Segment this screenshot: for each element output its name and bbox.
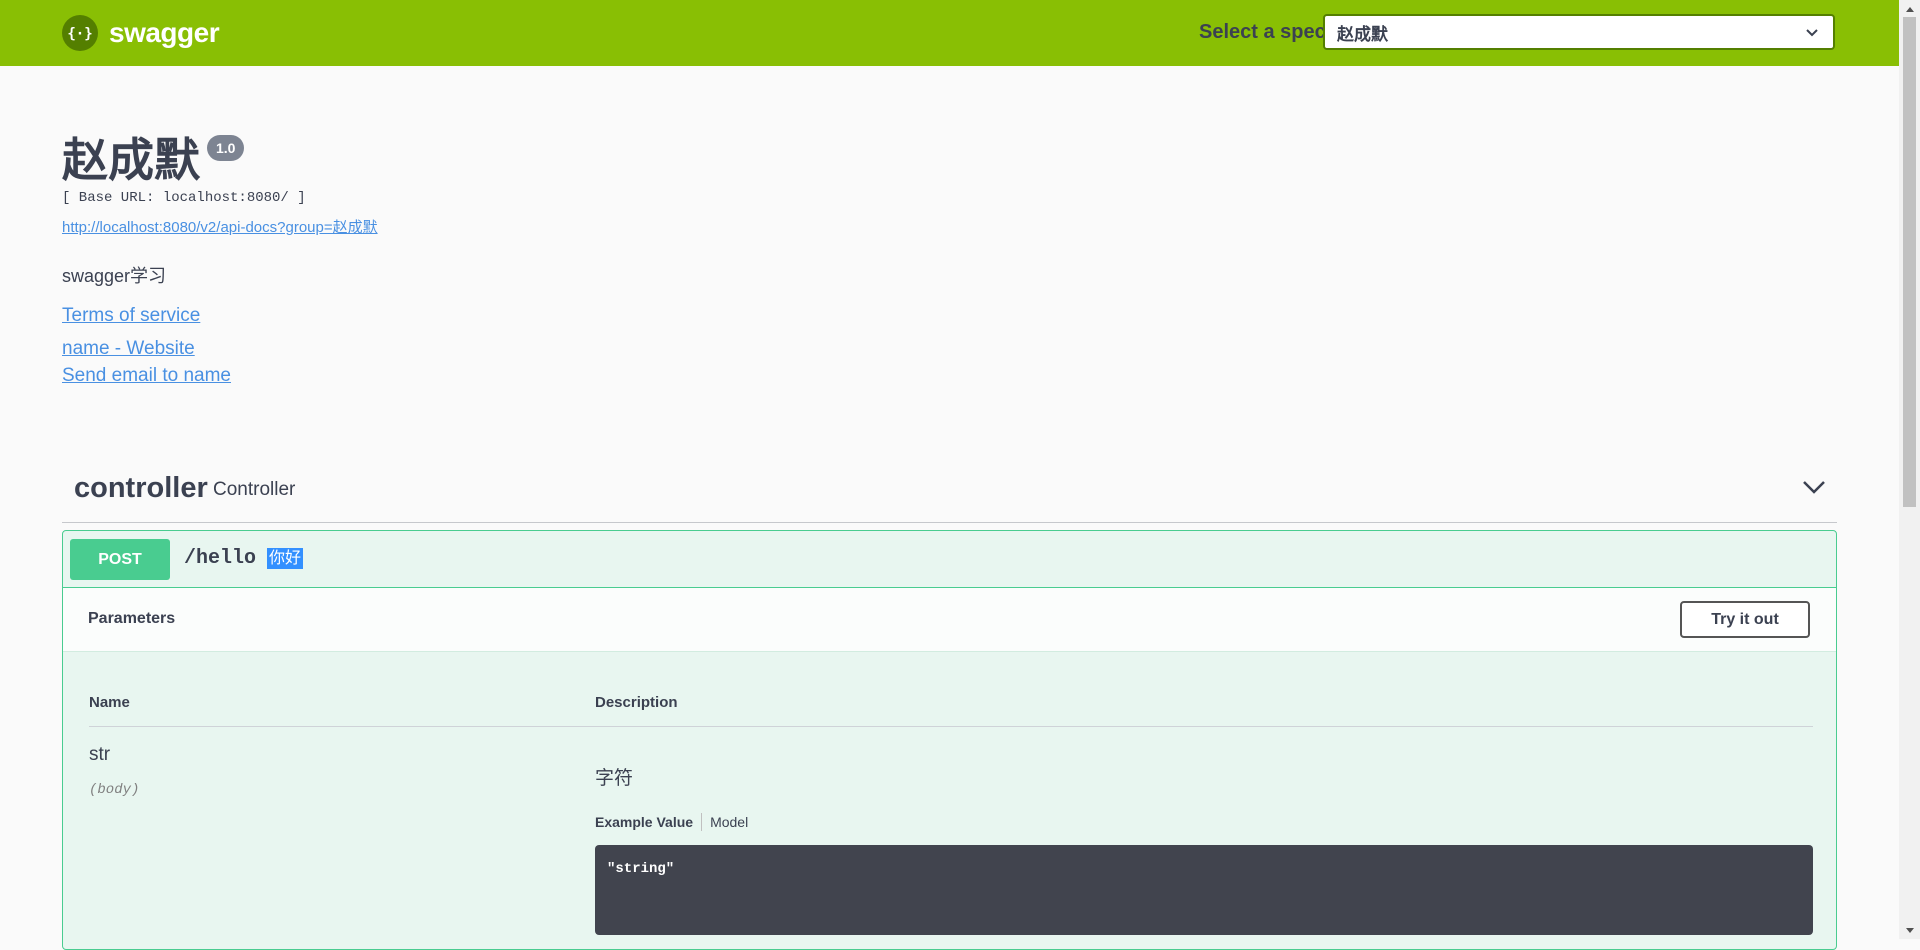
logo-text: swagger [109, 17, 220, 48]
column-header-description: Description [595, 694, 678, 711]
base-url: [ Base URL: localhost:8080/ ] [62, 190, 306, 206]
scrollbar-thumb[interactable] [1903, 17, 1916, 507]
parameters-header: Parameters Try it out [63, 588, 1836, 652]
swagger-logo[interactable]: {·} swagger [62, 15, 220, 51]
tag-description: Controller [213, 479, 296, 500]
param-description: 字符 [595, 768, 634, 789]
spec-select[interactable]: 赵成默 [1323, 14, 1835, 50]
example-value-box: "string" [595, 845, 1813, 935]
chevron-down-icon [1805, 25, 1819, 45]
tab-model[interactable]: Model [710, 814, 748, 830]
column-header-name: Name [89, 694, 130, 711]
scroll-up-arrow-icon[interactable] [1899, 0, 1920, 17]
try-it-out-button[interactable]: Try it out [1680, 601, 1810, 638]
tab-example-value[interactable]: Example Value [595, 814, 693, 830]
api-docs-link[interactable]: http://localhost:8080/v2/api-docs?group=… [62, 216, 378, 237]
parameters-title: Parameters [88, 610, 176, 627]
terms-of-service-link[interactable]: Terms of service [62, 305, 200, 327]
topbar: {·} swagger Select a spec 赵成默 [0, 0, 1899, 66]
param-location: (body) [89, 782, 140, 798]
api-description: swagger学习 [62, 266, 167, 286]
tab-separator [701, 813, 703, 831]
param-name: str [89, 744, 111, 765]
operation-post-hello: POST /hello 你好 Parameters Try it out Nam… [62, 530, 1837, 950]
scroll-down-arrow-icon[interactable] [1899, 922, 1920, 939]
contact-email-link[interactable]: Send email to name [62, 365, 231, 387]
operation-path: /hello [184, 547, 257, 570]
example-value-code: "string" [607, 861, 675, 877]
spec-selected-value: 赵成默 [1337, 24, 1388, 44]
method-badge: POST [70, 539, 170, 580]
svg-text:{·}: {·} [68, 26, 92, 41]
chevron-down-icon [1801, 478, 1827, 501]
example-tabs: Example Value Model [595, 813, 748, 831]
swagger-logo-icon: {·} [62, 15, 98, 51]
version-badge: 1.0 [207, 135, 245, 161]
table-divider [89, 726, 1813, 727]
contact-website-link[interactable]: name - Website [62, 338, 195, 360]
scrollbar[interactable] [1899, 0, 1920, 939]
tag-name: controller [74, 472, 208, 504]
tag-header-controller[interactable]: controller Controller [62, 460, 1837, 523]
spec-label: Select a spec [1199, 21, 1326, 43]
api-info: 赵成默 1.0 [62, 130, 245, 190]
page-title: 赵成默 [62, 134, 200, 186]
operation-summary-text: 你好 [267, 548, 304, 569]
operation-summary[interactable]: POST /hello 你好 [63, 531, 1836, 588]
